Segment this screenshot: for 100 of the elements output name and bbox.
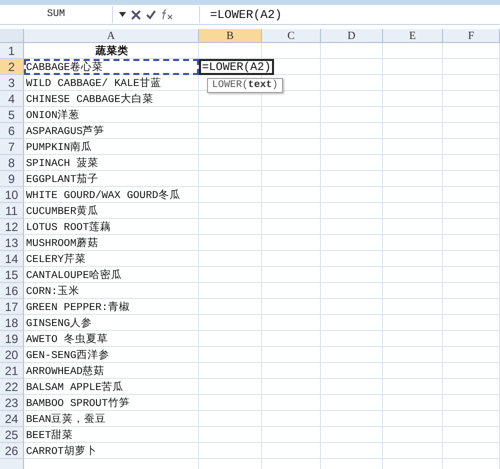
row-header[interactable]: 6 [0, 123, 24, 139]
table-cell [383, 395, 443, 411]
row-header[interactable]: 15 [0, 267, 24, 283]
row-header[interactable]: 3 [0, 75, 24, 91]
table-cell: BEAN豆荚，蚕豆 [24, 411, 199, 427]
table-cell [262, 219, 321, 235]
row-header[interactable]: 11 [0, 203, 24, 219]
table-cell [321, 171, 383, 187]
table-cell [199, 363, 262, 379]
formula-field[interactable]: =LOWER(A2) [200, 8, 282, 22]
table-cell: WILD CABBAGE/ KALE甘蓝 [24, 75, 199, 91]
table-cell [443, 187, 500, 203]
column-header[interactable]: E [383, 29, 443, 43]
row-header[interactable]: 9 [0, 171, 24, 187]
row-header[interactable]: 20 [0, 347, 24, 363]
column-header[interactable]: B [199, 29, 262, 43]
table-cell: SPINACH 菠菜 [24, 155, 199, 171]
table-cell [383, 139, 443, 155]
table-cell [199, 411, 262, 427]
row-header[interactable]: 7 [0, 139, 24, 155]
cell-editor[interactable]: =LOWER(A2) [199, 59, 274, 75]
row-header[interactable]: 23 [0, 395, 24, 411]
table-cell [199, 91, 262, 107]
column-header[interactable]: D [321, 29, 383, 43]
table-cell [443, 91, 500, 107]
table-cell [199, 267, 262, 283]
table-cell [262, 427, 321, 443]
row-header[interactable]: 2 [0, 59, 24, 75]
row-header[interactable]: 22 [0, 379, 24, 395]
table-cell [443, 59, 500, 75]
table-cell [383, 315, 443, 331]
table-cell: CABBAGE卷心菜 [24, 59, 199, 75]
name-box[interactable]: SUM [0, 6, 113, 23]
row-header[interactable]: 5 [0, 107, 24, 123]
table-cell [262, 235, 321, 251]
table-cell: ASPARAGUS芦笋 [24, 123, 199, 139]
column-header[interactable]: A [24, 29, 199, 43]
column-header[interactable]: F [443, 29, 500, 43]
table-cell [321, 363, 383, 379]
column-header[interactable]: C [262, 29, 321, 43]
row-header[interactable]: 26 [0, 443, 24, 459]
row-header[interactable]: 17 [0, 299, 24, 315]
table-cell [199, 283, 262, 299]
dropdown-icon[interactable] [119, 12, 126, 17]
table-cell: BALSAM APPLE苦瓜 [24, 379, 199, 395]
table-cell [383, 155, 443, 171]
table-cell [321, 251, 383, 267]
cancel-icon[interactable] [131, 10, 141, 20]
row-header[interactable]: 4 [0, 91, 24, 107]
table-cell [443, 411, 500, 427]
table-cell [199, 395, 262, 411]
table-cell: BEET甜菜 [24, 427, 199, 443]
row-header[interactable]: 25 [0, 427, 24, 443]
row-header[interactable]: 10 [0, 187, 24, 203]
table-cell [262, 203, 321, 219]
table-cell [199, 219, 262, 235]
table-cell [443, 331, 500, 347]
table-cell [383, 379, 443, 395]
row-header[interactable]: 24 [0, 411, 24, 427]
table-cell [383, 107, 443, 123]
row-header[interactable]: 13 [0, 235, 24, 251]
table-cell [262, 139, 321, 155]
row-header[interactable]: 8 [0, 155, 24, 171]
table-cell [321, 443, 383, 459]
table-cell: AWETO 冬虫夏草 [24, 331, 199, 347]
table-cell [321, 411, 383, 427]
enter-icon[interactable] [146, 10, 156, 20]
row-header[interactable]: 18 [0, 315, 24, 331]
function-tooltip: LOWER(text) [207, 78, 284, 93]
table-cell [262, 123, 321, 139]
table-cell [262, 267, 321, 283]
table-cell [199, 155, 262, 171]
table-cell [443, 139, 500, 155]
table-cell [383, 75, 443, 91]
table-cell [383, 363, 443, 379]
table-cell: CUCUMBER黄瓜 [24, 203, 199, 219]
table-cell: ONION洋葱 [24, 107, 199, 123]
table-cell [383, 123, 443, 139]
table-cell [321, 267, 383, 283]
function-icon[interactable] [161, 9, 173, 20]
row-header[interactable]: 19 [0, 331, 24, 347]
table-cell [199, 139, 262, 155]
table-cell [262, 379, 321, 395]
table-cell [443, 443, 500, 459]
table-cell [443, 379, 500, 395]
table-cell [443, 267, 500, 283]
row-header[interactable]: 16 [0, 283, 24, 299]
table-cell [321, 395, 383, 411]
table-cell [321, 283, 383, 299]
table-cell [383, 411, 443, 427]
table-cell [383, 91, 443, 107]
row-header[interactable]: 21 [0, 363, 24, 379]
table-cell [321, 315, 383, 331]
row-header[interactable]: 12 [0, 219, 24, 235]
row-header[interactable]: 14 [0, 251, 24, 267]
table-cell [383, 283, 443, 299]
table-cell [321, 299, 383, 315]
table-cell: CHINESE CABBAGE大白菜 [24, 91, 199, 107]
table-cell [262, 155, 321, 171]
row-header[interactable]: 1 [0, 43, 24, 59]
